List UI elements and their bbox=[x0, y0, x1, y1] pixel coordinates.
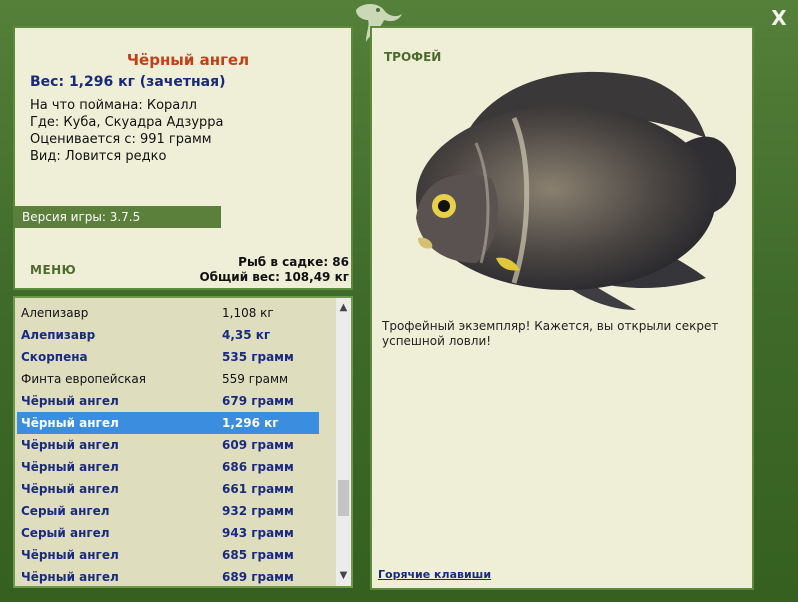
scroll-thumb[interactable] bbox=[338, 480, 349, 516]
fish-list-row[interactable]: Алепизавр 4,35 кг bbox=[17, 324, 319, 346]
fish-list-row[interactable]: Серый ангел 932 грамм bbox=[17, 500, 319, 522]
total-weight: Общий вес: 108,49 кг bbox=[199, 270, 349, 284]
fish-weight: 559 грамм bbox=[222, 372, 289, 386]
fish-weight: 4,35 кг bbox=[222, 328, 271, 342]
catch-bait: На что поймана: Коралл bbox=[30, 98, 197, 113]
chevron-down-icon[interactable]: ▼ bbox=[336, 568, 351, 584]
fish-weight: 689 грамм bbox=[222, 570, 294, 584]
fish-list-row[interactable]: Серый ангел 943 грамм bbox=[17, 522, 319, 544]
fish-name: Серый ангел bbox=[21, 504, 110, 518]
chevron-up-icon[interactable]: ▲ bbox=[336, 300, 351, 316]
catch-weight: Вес: 1,296 кг (зачетная) bbox=[30, 74, 226, 90]
fish-list[interactable]: Алепизавр 1,108 кг Алепизавр 4,35 кг Скорпен… bbox=[13, 296, 353, 588]
fish-name: Алепизавр bbox=[21, 328, 96, 342]
fish-list-row[interactable]: Чёрный ангел 686 грамм bbox=[17, 456, 319, 478]
fish-name: Чёрный ангел bbox=[21, 438, 119, 452]
fish-weight: 686 грамм bbox=[222, 460, 294, 474]
angelfish-image bbox=[416, 71, 736, 310]
fish-stats: Рыб в садке: 86 Общий вес: 108,49 кг bbox=[199, 255, 349, 285]
fish-name: Чёрный ангел bbox=[21, 482, 119, 496]
catch-rarity: Вид: Ловится редко bbox=[30, 149, 167, 164]
catch-valued: Оценивается с: 991 грамм bbox=[30, 132, 212, 147]
fish-name: Чёрный ангел bbox=[21, 394, 119, 408]
fish-list-row[interactable]: Чёрный ангел 661 грамм bbox=[17, 478, 319, 500]
fish-weight: 609 грамм bbox=[222, 438, 294, 452]
list-scrollbar[interactable]: ▲ ▼ bbox=[336, 298, 351, 586]
fish-list-row[interactable]: Финта европейская 559 грамм bbox=[17, 368, 319, 390]
fish-weight: 943 грамм bbox=[222, 526, 294, 540]
fish-name: Чёрный ангел bbox=[21, 570, 119, 584]
fish-list-row[interactable]: Чёрный ангел 685 грамм bbox=[17, 544, 319, 566]
close-icon: X bbox=[771, 6, 787, 30]
fish-name: Чёрный ангел bbox=[21, 416, 119, 430]
fish-list-row[interactable]: Чёрный ангел 689 грамм bbox=[17, 566, 319, 586]
fish-weight: 932 грамм bbox=[222, 504, 294, 518]
trophy-description: Трофейный экземпляр! Кажется, вы открыли… bbox=[382, 319, 719, 348]
catch-title: Чёрный ангел bbox=[126, 51, 250, 69]
fish-weight: 535 грамм bbox=[222, 350, 294, 364]
fish-list-row[interactable]: Скорпена 535 грамм bbox=[17, 346, 319, 368]
fish-name: Алепизавр bbox=[21, 306, 89, 320]
catch-info-panel: Чёрный ангел Вес: 1,296 кг (зачетная) На… bbox=[13, 26, 353, 290]
catch-place: Где: Куба, Скуадра Адзурра bbox=[30, 115, 224, 130]
fish-name: Серый ангел bbox=[21, 526, 110, 540]
fish-list-row[interactable]: Чёрный ангел 679 грамм bbox=[17, 390, 319, 412]
trophy-panel: ТРОФЕЙ Трофейный экземпляр! Кажется, вы … bbox=[370, 26, 754, 590]
fish-weight: 679 грамм bbox=[222, 394, 294, 408]
version-bar: Версия игры: 3.7.5 bbox=[13, 206, 221, 228]
hotkeys-link[interactable]: Горячие клавиши bbox=[378, 568, 491, 581]
menu-button[interactable]: МЕНЮ bbox=[30, 263, 76, 277]
fish-name: Скорпена bbox=[21, 350, 88, 364]
fish-list-row[interactable]: Алепизавр 1,108 кг bbox=[17, 302, 319, 324]
fish-weight: 1,296 кг bbox=[222, 416, 279, 430]
fish-list-row[interactable]: Чёрный ангел 609 грамм bbox=[17, 434, 319, 456]
fish-name: Чёрный ангел bbox=[21, 548, 119, 562]
close-button[interactable]: X bbox=[766, 6, 792, 30]
fish-weight: 1,108 кг bbox=[222, 306, 274, 320]
fish-count: Рыб в садке: 86 bbox=[238, 255, 349, 269]
fish-weight: 661 грамм bbox=[222, 482, 294, 496]
fish-list-row[interactable]: Чёрный ангел 1,296 кг bbox=[17, 412, 319, 434]
fish-name: Финта европейская bbox=[21, 372, 146, 386]
fish-weight: 685 грамм bbox=[222, 548, 294, 562]
fish-name: Чёрный ангел bbox=[21, 460, 119, 474]
